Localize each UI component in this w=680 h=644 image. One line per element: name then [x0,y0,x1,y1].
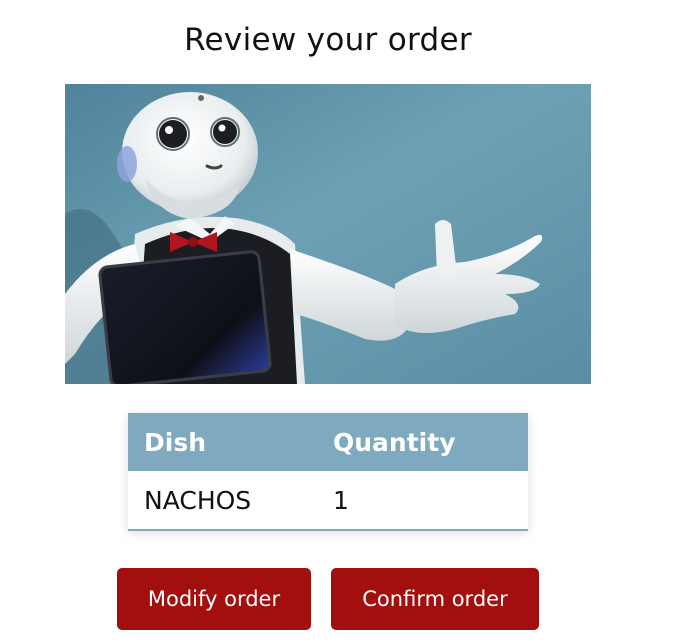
column-header-quantity: Quantity [317,413,528,471]
table-row: NACHOS 1 [128,471,528,530]
page-title: Review your order [184,22,472,58]
order-table: Dish Quantity NACHOS 1 [128,413,528,531]
quantity-cell: 1 [317,471,528,530]
order-review-page: Review your order Dish Quantity NACHOS 1… [0,0,680,644]
table-header-row: Dish Quantity [128,413,528,471]
dish-cell: NACHOS [128,471,317,530]
column-header-dish: Dish [128,413,317,471]
modify-order-button[interactable]: Modify order [117,568,311,630]
confirm-order-button[interactable]: Confirm order [331,568,539,630]
robot-image [65,84,591,384]
